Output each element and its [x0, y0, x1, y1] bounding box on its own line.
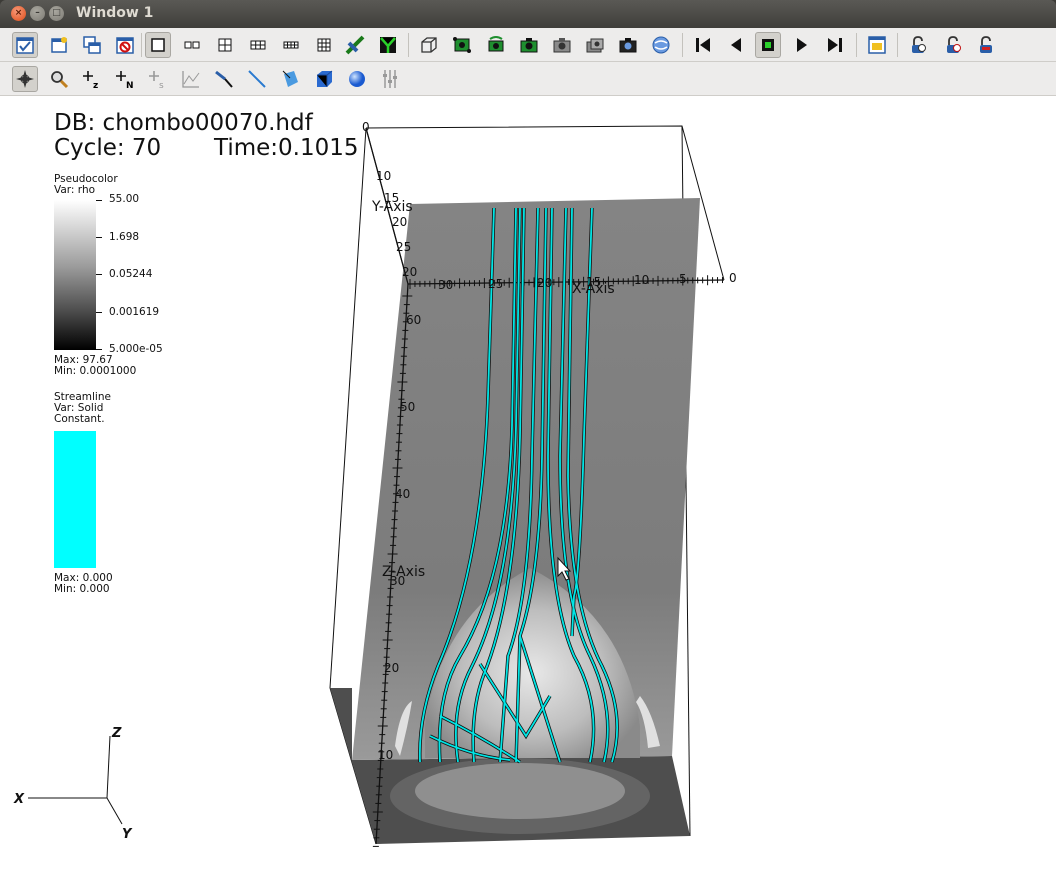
x-tick-label: 0	[729, 271, 737, 285]
new-window-icon[interactable]	[46, 32, 72, 58]
step-forward-icon[interactable]	[822, 32, 848, 58]
open-file-icon[interactable]	[864, 32, 890, 58]
stop-icon[interactable]	[755, 32, 781, 58]
window-titlebar[interactable]: × – □ Window 1	[0, 0, 1056, 28]
sphere-tool-icon[interactable]	[344, 66, 370, 92]
spin-icon[interactable]	[648, 32, 674, 58]
box-tool-icon[interactable]	[311, 66, 337, 92]
z-tick-label: 20	[384, 661, 399, 675]
triad-y-label: Y	[122, 827, 133, 842]
maximize-window-button[interactable]: □	[49, 6, 64, 21]
layout-2x4-icon[interactable]	[278, 32, 304, 58]
x-tick-label: 10	[634, 273, 649, 287]
active-window-icon[interactable]	[12, 32, 38, 58]
lineout-icon[interactable]	[178, 66, 204, 92]
lock-icon-3[interactable]	[973, 32, 999, 58]
x-tick-label: 30	[438, 278, 453, 292]
lock-icon-2[interactable]	[940, 32, 966, 58]
reverse-play-icon[interactable]	[723, 32, 749, 58]
y-tick-label: 25	[396, 240, 411, 254]
x-tick-label: 15	[586, 275, 601, 289]
y-tick-label: 10	[376, 169, 391, 183]
y-tick-label: 20	[402, 265, 417, 279]
x-tick-label: 5	[679, 272, 687, 286]
node-pick-icon[interactable]: N	[112, 66, 138, 92]
zoom-mode-icon[interactable]	[46, 66, 72, 92]
triad-z-label: Z	[111, 726, 122, 741]
triad-x-label: X	[13, 792, 25, 807]
render-viewport[interactable]: DB: chombo00070.hdf Cycle: 70 Time:0.101…	[0, 96, 1056, 876]
layout-2x2-icon[interactable]	[212, 32, 238, 58]
point-tool-icon[interactable]	[211, 66, 237, 92]
undo-view-icon[interactable]	[483, 32, 509, 58]
z-tick-label: 40	[395, 487, 410, 501]
x-tick-label: 25	[488, 277, 503, 291]
navigate-mode-icon[interactable]	[12, 66, 38, 92]
clone-window-icon[interactable]	[79, 32, 105, 58]
layout-3x3-icon[interactable]	[311, 32, 337, 58]
plane-tool-icon[interactable]	[278, 66, 304, 92]
z-tick-label: 10	[378, 748, 393, 762]
svg-text:N: N	[126, 81, 134, 90]
z-tick-label: 30	[390, 574, 405, 588]
recenter-view-icon[interactable]	[449, 32, 475, 58]
y-tick-label: 15	[384, 191, 399, 205]
line-tool-icon[interactable]	[244, 66, 270, 92]
mode-toolbar: z N s	[0, 62, 1056, 96]
axis-tool-icon[interactable]	[377, 66, 403, 92]
layout-2x3-icon[interactable]	[245, 32, 271, 58]
z-tick-label: 60	[406, 313, 421, 327]
window-title: Window 1	[76, 5, 154, 21]
copy-view-icon[interactable]	[549, 32, 575, 58]
layout-1x2-icon[interactable]	[179, 32, 205, 58]
paste-view-icon[interactable]	[582, 32, 608, 58]
scene-3d: Y-Axis X-Axis Z-Axis 0 10 15 20 25 20 30…	[13, 120, 737, 847]
y-tick-label: 20	[392, 215, 407, 229]
reset-view-icon[interactable]	[416, 32, 442, 58]
lock-time-icon[interactable]	[375, 32, 401, 58]
lock-view-icon[interactable]	[342, 32, 368, 58]
y-tick-label: 0	[362, 120, 370, 134]
svg-text:s: s	[159, 81, 164, 90]
x-tick-label: 20	[537, 276, 552, 290]
svg-text:z: z	[93, 81, 98, 90]
axes-triad	[28, 735, 123, 825]
lock-icon-1[interactable]	[905, 32, 931, 58]
rewind-icon[interactable]	[690, 32, 716, 58]
spreadsheet-pick-icon[interactable]: s	[145, 66, 171, 92]
save-image-icon[interactable]	[516, 32, 542, 58]
layout-1x1-icon[interactable]	[145, 32, 171, 58]
zone-pick-icon[interactable]: z	[79, 66, 105, 92]
z-tick-label: 50	[400, 400, 415, 414]
play-icon[interactable]	[789, 32, 815, 58]
main-toolbar	[0, 28, 1056, 62]
minimize-window-button[interactable]: –	[30, 6, 45, 21]
close-window-button[interactable]: ×	[11, 6, 26, 21]
delete-window-icon[interactable]	[112, 32, 138, 58]
print-icon[interactable]	[615, 32, 641, 58]
